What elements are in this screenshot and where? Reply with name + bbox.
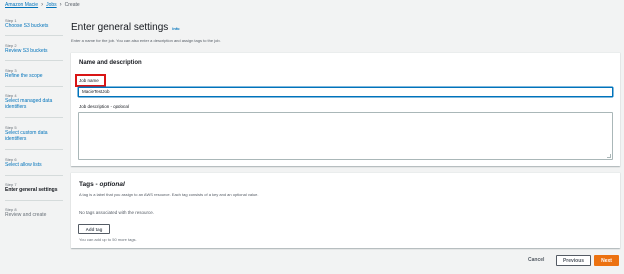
tags-title-text: Tags - [79, 181, 98, 188]
step-3[interactable]: Step 3 Refine the scope [5, 68, 63, 79]
chevron-right-icon: › [41, 2, 44, 8]
job-description-textarea[interactable] [78, 112, 613, 160]
next-button[interactable]: Next [594, 255, 619, 266]
step-label[interactable]: Select allow lists [5, 162, 63, 168]
add-tag-button[interactable]: Add tag [78, 224, 110, 234]
breadcrumb-create: Create [64, 2, 80, 8]
optional-label: optional [99, 181, 125, 188]
tags-title: Tags - optional [79, 181, 125, 188]
job-description-label-text: Job description - [79, 104, 113, 109]
page-subtitle: Enter a name for the job. You can also e… [71, 38, 221, 43]
step-label[interactable]: Select managed data identifiers [5, 98, 63, 110]
step-divider [5, 35, 63, 36]
previous-button[interactable]: Previous [556, 255, 591, 266]
step-6[interactable]: Step 6 Select allow lists [5, 157, 63, 168]
step-7: Step 7 Enter general settings [5, 182, 63, 193]
breadcrumb-amazon-macie[interactable]: Amazon Macie [5, 2, 38, 8]
step-divider [5, 117, 63, 118]
tags-description: A tag is a label that you assign to an A… [79, 192, 259, 197]
step-divider [5, 60, 63, 61]
tags-limit-hint: You can add up to 50 more tags. [79, 237, 137, 242]
breadcrumb-jobs[interactable]: Jobs [46, 2, 57, 8]
resize-handle-icon[interactable] [607, 154, 611, 158]
job-description-label: Job description - optional [79, 104, 129, 109]
step-4[interactable]: Step 4 Select managed data identifiers [5, 93, 63, 110]
step-label[interactable]: Choose S3 buckets [5, 23, 63, 29]
info-link[interactable]: Info [172, 26, 179, 31]
page-title: Enter general settings [71, 22, 169, 33]
step-1[interactable]: Step 1 Choose S3 buckets [5, 18, 63, 29]
step-label: Enter general settings [5, 187, 58, 193]
cancel-button[interactable]: Cancel [528, 257, 544, 263]
optional-label: optional [113, 104, 130, 109]
step-divider [5, 200, 63, 201]
step-label[interactable]: Refine the scope [5, 73, 63, 79]
step-label[interactable]: Select custom data identifiers [5, 130, 63, 142]
page-title-row: Enter general settings Info [71, 22, 180, 33]
step-divider [5, 149, 63, 150]
step-label: Review and create [5, 212, 47, 218]
step-8: Step 8 Review and create [5, 207, 63, 218]
job-name-label: Job name [79, 78, 99, 83]
step-divider [5, 175, 63, 176]
chevron-right-icon: › [59, 2, 62, 8]
step-5[interactable]: Step 5 Select custom data identifiers [5, 125, 63, 142]
step-2[interactable]: Step 2 Review S3 buckets [5, 43, 63, 54]
no-tags-message: No tags associated with the resource. [79, 210, 155, 215]
panel-header: Name and description [79, 60, 142, 66]
breadcrumb: Amazon Macie › Jobs › Create [5, 2, 80, 8]
job-name-input[interactable]: MacieTestJob [78, 87, 613, 97]
step-label[interactable]: Review S3 buckets [5, 48, 63, 54]
step-divider [5, 86, 63, 87]
